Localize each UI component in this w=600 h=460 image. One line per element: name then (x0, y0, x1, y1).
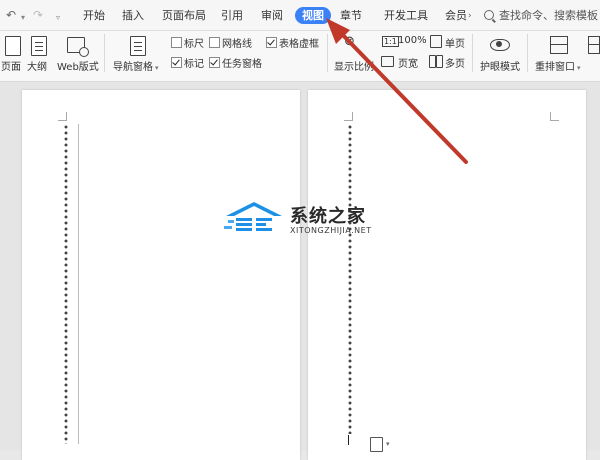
watermark-subtitle: XITONGZHIJIA.NET (290, 226, 372, 235)
outline-icon[interactable] (31, 36, 47, 56)
page-margin-corner (344, 112, 353, 121)
tab-review[interactable]: 审阅 (261, 7, 283, 24)
divider (472, 34, 473, 72)
ruler-label: 标尺 (184, 39, 204, 50)
zoom-100-icon: 1:1 (382, 36, 399, 47)
eye-protection-icon[interactable] (490, 39, 510, 51)
page-width-icon (381, 56, 394, 67)
table-gridline-marks (64, 124, 68, 444)
divider (104, 34, 105, 72)
table-gridlines-label: 表格虚框 (279, 39, 319, 50)
zoom-100-button[interactable]: 100% (398, 35, 427, 46)
tab-page-layout[interactable]: 页面布局 (162, 7, 206, 24)
divider (327, 34, 328, 72)
text-cursor (348, 435, 349, 445)
tab-chapter[interactable]: 章节 (340, 7, 362, 24)
document-page-left[interactable] (22, 90, 300, 460)
search-placeholder: 查找命令、搜索模板 (499, 9, 598, 22)
tab-home[interactable]: 开始 (83, 7, 105, 24)
gridlines-label: 网格线 (222, 39, 252, 50)
tab-references[interactable]: 引用 (221, 7, 243, 24)
ruler-checkbox[interactable] (171, 37, 182, 48)
watermark-logo: 系统之家 XITONGZHIJIA.NET (222, 200, 382, 250)
single-page-button[interactable]: 单页 (445, 35, 465, 50)
search-box[interactable]: 查找命令、搜索模板 (484, 7, 598, 24)
page-margin-corner (58, 112, 67, 121)
arrange-windows-icon[interactable] (550, 36, 568, 54)
outline-button[interactable]: 大纲 (27, 58, 47, 73)
undo-icon[interactable]: ↶ (6, 7, 16, 23)
show-scale-button[interactable]: 显示比例 (334, 58, 374, 73)
task-pane-checkbox[interactable] (209, 57, 220, 68)
customize-toolbar-icon[interactable]: ▿ (56, 10, 60, 26)
tab-insert[interactable]: 插入 (122, 7, 144, 24)
divider (527, 34, 528, 72)
search-icon (484, 10, 494, 20)
single-page-icon (430, 35, 442, 48)
tab-developer[interactable]: 开发工具 (384, 7, 428, 24)
multi-page-icon-2 (436, 55, 443, 68)
paste-options-dropdown-icon[interactable]: ▾ (386, 440, 390, 448)
navigation-pane-button[interactable]: 导航窗格 ▾ (113, 58, 159, 73)
page-margin-corner (550, 112, 559, 121)
web-layout-icon[interactable] (67, 37, 89, 57)
house-logo-icon (224, 202, 282, 231)
web-layout-button[interactable]: Web版式 (57, 58, 99, 73)
arrange-windows-button[interactable]: 重排窗口 ▾ (535, 58, 581, 73)
gridlines-checkbox[interactable] (209, 37, 220, 48)
task-pane-label: 任务窗格 (222, 59, 262, 70)
markers-checkbox[interactable] (171, 57, 182, 68)
table-gridline-marks (348, 124, 352, 434)
more-tabs-icon[interactable]: › (468, 8, 472, 24)
watermark-title: 系统之家 (290, 206, 366, 227)
document-page-right[interactable] (308, 90, 586, 460)
table-border (78, 124, 79, 444)
navigation-pane-icon[interactable] (130, 36, 146, 56)
page-view-icon[interactable] (5, 36, 21, 56)
tab-member[interactable]: 会员 (445, 7, 467, 24)
redo-icon[interactable]: ↷ (33, 7, 43, 23)
multi-page-button[interactable]: 多页 (445, 55, 465, 70)
eye-protection-button[interactable]: 护眼模式 (480, 58, 520, 73)
tab-view[interactable]: 视图 (295, 7, 331, 24)
markers-label: 标记 (184, 59, 204, 70)
page-view-button[interactable]: 页面 (1, 58, 21, 73)
view-ribbon: 页面 大纲 Web版式 导航窗格 ▾ 标尺 标记 网格线 任务窗格 表格虚框 ⊘ … (0, 31, 600, 82)
undo-dropdown-icon[interactable]: ▾ (21, 10, 25, 26)
menu-tab-bar: ↶ ▾ ↷ ▿ 开始 插入 页面布局 引用 审阅 视图 章节 开发工具 会员 ›… (0, 0, 600, 31)
new-window-icon[interactable] (588, 36, 600, 54)
zoom-icon[interactable]: ⊘ (344, 34, 355, 49)
document-canvas[interactable] (0, 82, 600, 460)
page-width-button[interactable]: 页宽 (398, 55, 418, 70)
multi-page-icon (429, 55, 436, 68)
table-gridlines-checkbox[interactable] (266, 37, 277, 48)
